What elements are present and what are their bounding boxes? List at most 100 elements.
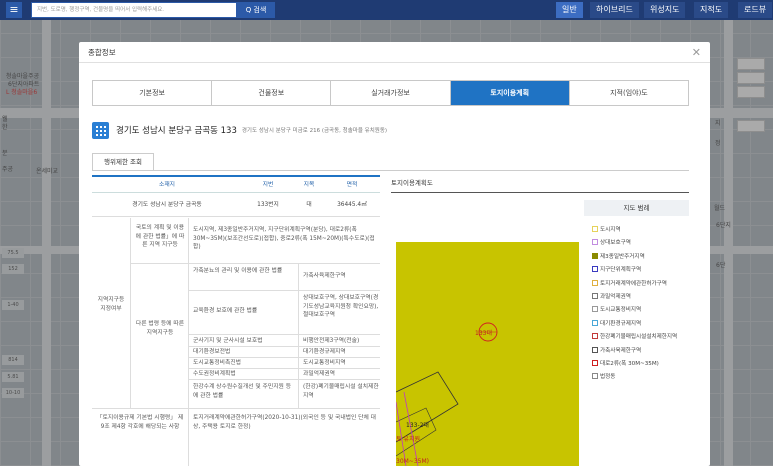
law-name: 한강수계 상수원수질개선 및 주민지원 등에 관한 법률 [193, 384, 292, 399]
header-lot-number: 지번 [262, 182, 274, 188]
law-zone: 상대보호구역, 상대보호구역(경기도성남교육지원청 확인요망), 절대보호구역 [303, 295, 379, 318]
law-zone: 도시교통정비지역 [303, 360, 346, 366]
maptype-cadastral[interactable]: 지적도 [694, 2, 729, 18]
maptype-satellite[interactable]: 위성지도 [644, 2, 686, 18]
law-zone: 대기환경규제지역 [303, 349, 346, 355]
menu-icon[interactable]: ≡ [6, 2, 22, 18]
modal-header: 종합정보 ✕ [79, 42, 710, 63]
national-law-label: 국토의 계획 및 이용에 관한 법률」에 따른 지역 지구등 [135, 225, 185, 248]
zoning-block: 지역지구등 지정여부 국토의 계획 및 이용에 관한 법률」에 따른 지역 지구… [92, 218, 380, 466]
tab-basic-info[interactable]: 기본정보 [93, 81, 213, 105]
search-input[interactable]: 지번, 도로명, 행정구역, 건물명을 띄어서 입력해주세요. [31, 2, 237, 18]
other-law-label: 다른 법령 등에 따른 지역지구등 [135, 321, 185, 336]
road-label: 30M~35M) [396, 458, 429, 465]
subtab-restriction-lookup[interactable]: 행위제한 조회 [92, 153, 154, 171]
legend-item: 지구단위계획구역 [592, 264, 688, 277]
tab-cadastral-map[interactable]: 지적(임야)도 [569, 81, 689, 105]
law-zone: 가축사육제한구역 [303, 273, 346, 279]
top-toolbar: ≡ 지번, 도로명, 행정구역, 건물명을 띄어서 입력해주세요. Q 검색 일… [0, 0, 773, 20]
legend-swatch [592, 306, 598, 313]
table-row: 경기도 성남시 분당구 금곡동 133번지 대 36445.4㎡ [92, 193, 380, 217]
legend-swatch [592, 333, 598, 340]
legend-label: 상대보호구역 [600, 240, 631, 247]
legend-swatch [592, 373, 598, 380]
legend-label: 가축사육제한구역 [600, 347, 642, 354]
legend-item: 상대보호구역 [592, 237, 688, 250]
legend-item: 한강폐기물매립시설설치제한지역 [592, 331, 688, 344]
regulation-label: 「토지이용규제 기본법 시행령」 제9조 제4항 각호에 해당되는 사항 [96, 415, 184, 430]
divider [391, 192, 689, 193]
building-icon [92, 121, 109, 139]
legend-item: 토지거래계약에관한허가구역 [592, 278, 688, 291]
law-name: 수도권정비계획법 [193, 371, 236, 377]
legend-swatch [592, 239, 598, 246]
header-location: 소재지 [159, 182, 175, 188]
law-name: 교육환경 보호에 관한 법률 [193, 308, 258, 314]
tab-building-info[interactable]: 건물정보 [212, 81, 332, 105]
legend-item: 제3종일반주거지역 [592, 251, 688, 264]
legend-swatch [592, 346, 598, 353]
legend-item: 가축사육제한구역 [592, 345, 688, 358]
maptype-roadview[interactable]: 로드뷰 [738, 2, 773, 18]
law-name: 대기환경보전법 [193, 349, 231, 355]
law-name: 도시교통정비촉진법 [193, 360, 241, 366]
land-use-map-title: 토지이용계획도 [391, 179, 433, 187]
legend-label: 토지거래계약에관한허가구역 [600, 280, 667, 287]
legend-label: 도시지역 [600, 227, 621, 233]
legend-item: 대로2류(폭 30M~35M) [592, 358, 688, 371]
cell-location: 경기도 성남시 분당구 금곡동 [132, 202, 202, 208]
legend-item: 대기환경규제지역 [592, 318, 688, 331]
legend-swatch [592, 266, 598, 273]
legend-title: 지도 범례 [584, 200, 689, 216]
law-zone: (한강)폐기물매립시설 설치제한지역 [303, 384, 379, 399]
address-row: 경기도 성남시 분당구 금곡동 133 경기도 성남시 분당구 미금로 216 … [92, 121, 387, 139]
map-legend: 도시지역 상대보호구역 제3종일반주거지역 지구단위계획구역 토지거래계약에관한… [592, 224, 688, 385]
tab-land-use-plan[interactable]: 토지이용계획 [450, 81, 570, 105]
parcel-label: 133대 [475, 330, 492, 337]
legend-label: 과밀억제권역 [600, 294, 631, 301]
law-zone: 비행안전제3구역(전술) [303, 338, 360, 344]
table-header: 소재지 지번 지목 면적 [92, 177, 380, 193]
law-name: 가축분뇨의 관리 및 이용에 관한 법률 [193, 268, 283, 274]
legend-label: 한강폐기물매립시설설치제한지역 [600, 334, 678, 341]
tab-transaction-price[interactable]: 실거래가정보 [331, 81, 451, 105]
map-overlay [396, 322, 498, 466]
cell-lot-number: 133번지 [257, 202, 279, 208]
legend-item: 도시지역 [592, 224, 688, 237]
info-modal: 종합정보 ✕ 기본정보 건물정보 실거래가정보 토지이용계획 지적(임야)도 경… [79, 42, 710, 466]
parcel-address: 경기도 성남시 분당구 금곡동 133 [116, 126, 237, 136]
legend-swatch [592, 293, 598, 300]
law-zone: 과밀억제권역 [303, 371, 335, 377]
legend-swatch [592, 252, 598, 259]
section-label: 지역지구등 지정여부 [97, 297, 125, 312]
legend-item: 도시교통정비지역 [592, 304, 688, 317]
legend-swatch [592, 279, 598, 286]
legend-swatch [592, 360, 598, 367]
maptype-general[interactable]: 일반 [556, 2, 583, 18]
modal-title: 종합정보 [88, 48, 116, 57]
header-area: 면적 [346, 182, 358, 188]
regulation-value: 토지거래계약에관한허가구역(2020-10-31)(외국인 등 및 국내법인 단… [193, 415, 377, 430]
law-name: 군사기지 및 군사시설 보호법 [193, 338, 263, 344]
search-button[interactable]: Q 검색 [237, 2, 275, 18]
cell-land-category: 대 [306, 202, 312, 208]
legend-swatch [592, 319, 598, 326]
legend-label: 도시교통정비지역 [600, 307, 642, 314]
parcel-table: 소재지 지번 지목 면적 경기도 성남시 분당구 금곡동 133번지 대 364… [92, 175, 380, 217]
land-use-map[interactable]: 133대 133-2대 토 유치원 30M~35M) [396, 242, 579, 466]
header-land-category: 지목 [303, 182, 315, 188]
parcel-label: 133-2대 [406, 422, 429, 429]
parcel-label: 토 유치원 [396, 436, 420, 443]
legend-item: 과밀억제권역 [592, 291, 688, 304]
legend-item: 법정동 [592, 371, 688, 384]
national-law-value: 도시지역, 제3종일반주거지역, 지구단위계획구역(분당), 대로2류(폭 30… [193, 227, 375, 250]
legend-label: 제3종일반주거지역 [600, 253, 645, 260]
legend-label: 대기환경규제지역 [600, 320, 642, 327]
maptype-hybrid[interactable]: 하이브리드 [590, 2, 639, 18]
legend-label: 법정동 [600, 374, 616, 381]
legend-label: 지구단위계획구역 [600, 267, 642, 274]
road-address: 경기도 성남시 분당구 미금로 216 (금곡동, 청솔마을 유치원동) [241, 128, 388, 134]
close-icon[interactable]: ✕ [692, 42, 701, 63]
divider [92, 170, 689, 171]
legend-label: 대로2류(폭 30M~35M) [600, 361, 659, 368]
